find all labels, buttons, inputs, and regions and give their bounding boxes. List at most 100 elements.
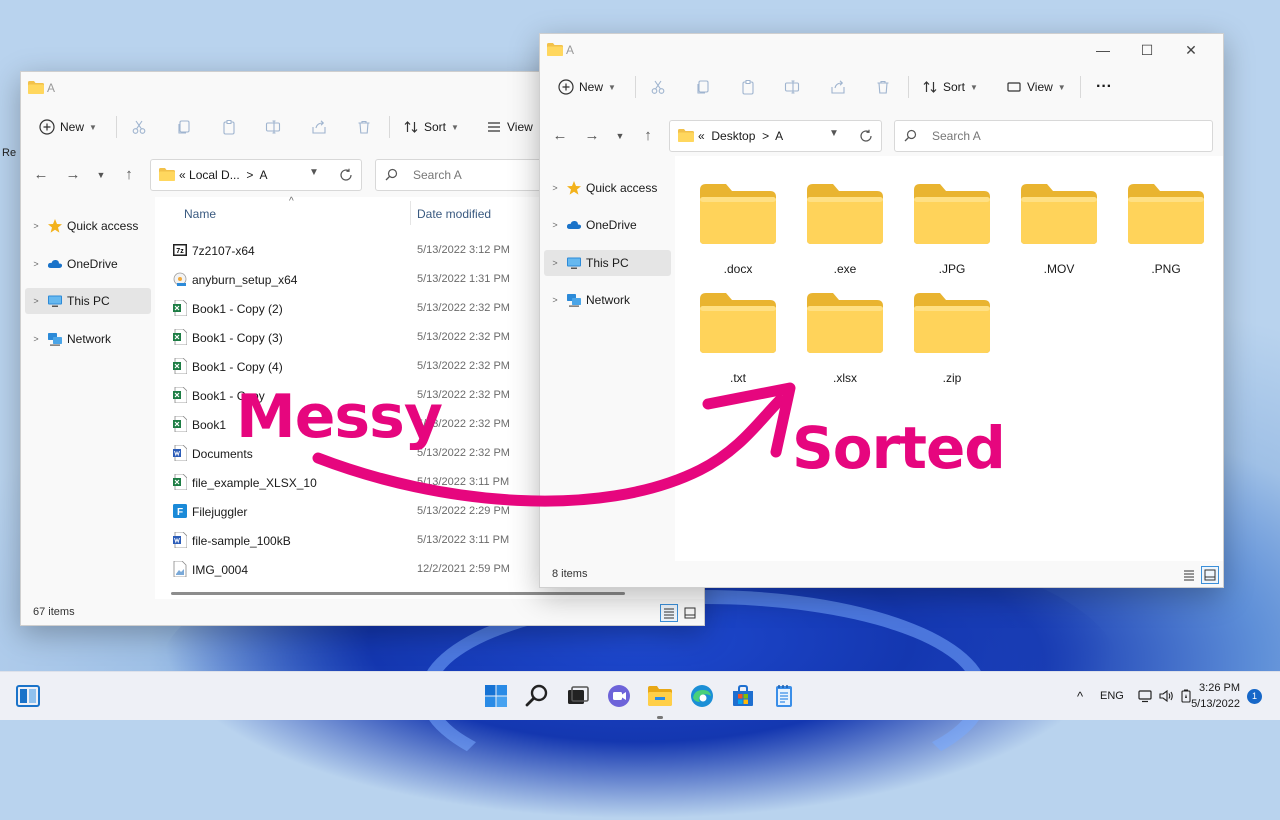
file-explorer-icon[interactable] [646, 682, 674, 710]
delete-icon[interactable] [356, 119, 372, 135]
folder-item[interactable]: .PNG [1116, 182, 1216, 290]
refresh-icon[interactable] [339, 168, 353, 182]
notification-badge[interactable]: 1 [1247, 689, 1262, 704]
close-button[interactable]: ✕ [1169, 36, 1213, 64]
forward-arrow-icon[interactable]: → [582, 126, 602, 146]
back-arrow-icon[interactable]: ← [550, 126, 570, 146]
start-windows-icon[interactable] [482, 682, 510, 710]
folder-item[interactable]: .exe [795, 182, 895, 290]
edge-browser-icon[interactable] [688, 682, 716, 710]
nav-item-onedrive[interactable]: > OneDrive [25, 251, 151, 277]
paste-icon[interactable] [740, 79, 756, 95]
folder-grid[interactable]: .docx .exe .JPG .MOV .PNG .txt .xlsx .zip [675, 156, 1223, 561]
microsoft-store-icon[interactable] [729, 682, 757, 710]
column-header-name[interactable]: Name [184, 207, 216, 221]
excel-file-icon [173, 328, 188, 346]
battery-icon[interactable] [1180, 689, 1192, 703]
chevron-right-icon[interactable]: > [25, 334, 47, 344]
cut-icon[interactable] [650, 79, 666, 95]
nav-item-this-pc[interactable]: > This PC [544, 250, 671, 276]
title-bar[interactable]: A — ☐ ✕ [540, 34, 1223, 64]
svg-text:7z: 7z [176, 248, 184, 255]
language-indicator[interactable]: ENG [1100, 690, 1124, 702]
minimize-button[interactable]: — [1081, 36, 1125, 64]
new-button[interactable]: New ▼ [558, 62, 616, 112]
column-divider[interactable] [410, 201, 411, 225]
refresh-icon[interactable] [859, 129, 873, 143]
folder-item[interactable]: .txt [688, 291, 788, 399]
chevron-right-icon[interactable]: > [544, 295, 566, 305]
notepad-icon[interactable] [770, 682, 798, 710]
up-arrow-icon[interactable]: ↑ [638, 126, 658, 146]
tiles-view-button[interactable] [681, 604, 699, 622]
file-name: Filejuggler [192, 505, 248, 519]
folder-item[interactable]: .zip [902, 291, 1002, 399]
chevron-right-icon[interactable]: > [544, 220, 566, 230]
rename-icon[interactable] [265, 119, 281, 135]
recent-chevron-icon[interactable]: ▼ [91, 165, 111, 185]
copy-icon[interactable] [695, 79, 711, 95]
chevron-right-icon[interactable]: > [25, 259, 47, 269]
paste-icon[interactable] [221, 119, 237, 135]
folder-icon [700, 293, 776, 353]
nav-item-network[interactable]: > Network [544, 287, 671, 313]
widgets-icon[interactable] [14, 682, 42, 710]
share-icon[interactable] [311, 119, 327, 135]
folder-item[interactable]: .xlsx [795, 291, 895, 399]
copy-icon[interactable] [176, 119, 192, 135]
horizontal-scrollbar[interactable] [171, 592, 625, 595]
address-dropdown-icon[interactable]: ▼ [309, 167, 319, 178]
volume-icon[interactable] [1159, 689, 1174, 703]
details-view-button[interactable] [660, 604, 678, 622]
folder-icon [1021, 184, 1097, 244]
file-explorer-window-sorted[interactable]: A — ☐ ✕ New▼ Sort▼ View▼ ··· ← → ▼ ↑ [539, 33, 1224, 588]
rename-icon[interactable] [784, 79, 800, 95]
more-options-button[interactable]: ··· [1096, 62, 1112, 112]
maximize-button[interactable]: ☐ [1125, 36, 1169, 64]
search-input[interactable]: Search A [894, 120, 1213, 152]
filejuggler-app-icon: F [173, 503, 187, 519]
clock[interactable]: 3:26 PM 5/13/2022 [1191, 680, 1240, 712]
chevron-right-icon[interactable]: > [544, 258, 566, 268]
task-view-icon[interactable] [564, 682, 592, 710]
nav-item-network[interactable]: > Network [25, 326, 151, 352]
up-arrow-icon[interactable]: ↑ [119, 165, 139, 185]
cut-icon[interactable] [131, 119, 147, 135]
address-bar[interactable]: « Local D... > A ▼ [150, 159, 362, 191]
show-hidden-icons-chevron-icon[interactable]: ^ [1070, 689, 1090, 704]
desktop-icon-label[interactable]: Re [2, 147, 16, 159]
breadcrumb[interactable]: « Local D... > A [179, 168, 267, 182]
address-dropdown-icon[interactable]: ▼ [829, 128, 839, 139]
back-arrow-icon[interactable]: ← [31, 165, 51, 185]
recent-chevron-icon[interactable]: ▼ [610, 126, 630, 146]
address-bar[interactable]: « Desktop > A ▼ [669, 120, 882, 152]
delete-icon[interactable] [875, 79, 891, 95]
chevron-right-icon[interactable]: > [544, 183, 566, 193]
nav-item-quick-access[interactable]: > Quick access [25, 213, 151, 239]
chevron-right-icon[interactable]: > [25, 296, 47, 306]
column-header-date[interactable]: Date modified [417, 207, 491, 221]
tiles-view-button[interactable] [1201, 566, 1219, 584]
view-button[interactable]: View ▼ [1006, 62, 1066, 112]
network-icon [48, 333, 62, 346]
forward-arrow-icon[interactable]: → [63, 165, 83, 185]
search-icon [904, 129, 917, 142]
sort-button[interactable]: Sort ▼ [922, 62, 978, 112]
share-icon[interactable] [830, 79, 846, 95]
teams-chat-icon[interactable] [605, 682, 633, 710]
view-button[interactable]: View [486, 102, 533, 152]
search-icon[interactable] [523, 682, 551, 710]
nav-item-onedrive[interactable]: > OneDrive [544, 212, 671, 238]
new-button[interactable]: New ▼ [39, 102, 97, 152]
details-view-button[interactable] [1180, 566, 1198, 584]
folder-item[interactable]: .docx [688, 182, 788, 290]
network-status-icon[interactable] [1138, 689, 1152, 703]
chevron-right-icon[interactable]: > [25, 221, 47, 231]
folder-item[interactable]: .MOV [1009, 182, 1109, 290]
folder-item[interactable]: .JPG [902, 182, 1002, 290]
nav-item-this-pc[interactable]: > This PC [25, 288, 151, 314]
file-date: 5/13/2022 3:11 PM [417, 534, 510, 546]
nav-item-quick-access[interactable]: > Quick access [544, 175, 671, 201]
breadcrumb[interactable]: « Desktop > A [698, 129, 783, 143]
sort-button[interactable]: Sort ▼ [403, 102, 459, 152]
